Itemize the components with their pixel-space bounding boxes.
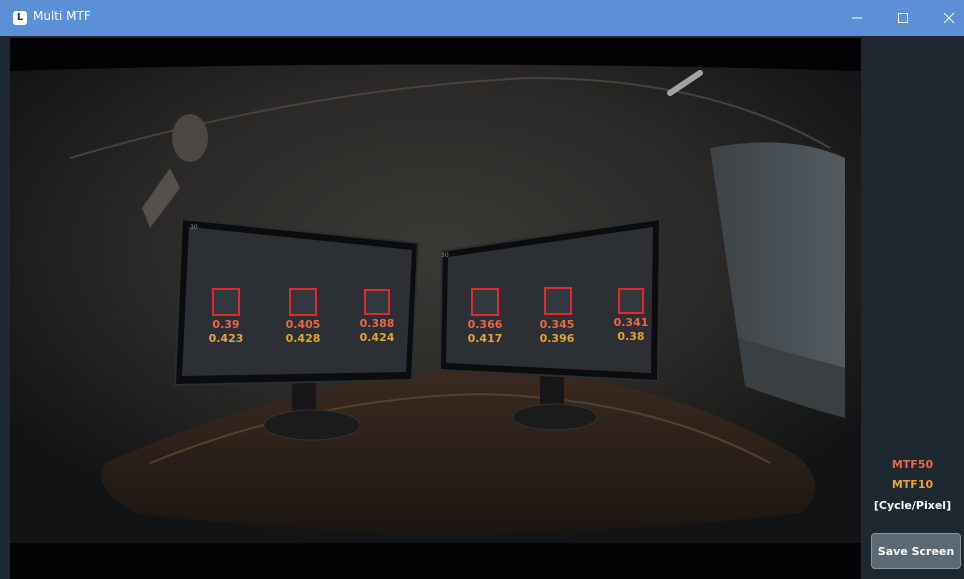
minimize-button[interactable] [834,0,880,36]
mtf10-value: 0.424 [359,331,395,344]
roi-box[interactable] [289,288,317,316]
camera-image-view[interactable]: 30 30 0.39 0.423 0.405 0.428 0.388 0.424… [10,38,861,579]
roi-box[interactable] [364,289,390,315]
mtf10-value: 0.423 [208,332,244,345]
mtf10-value: 0.396 [539,332,575,345]
window-title: Multi MTF [33,9,91,23]
roi-box[interactable] [212,288,240,316]
legend-mtf50: MTF50 [891,458,934,471]
fisheye-room-image [10,38,861,579]
title-bar[interactable]: L Multi MTF [0,0,964,36]
mtf10-value: 0.417 [467,332,503,345]
mtf50-value: 0.405 [285,318,321,331]
save-screen-button[interactable]: Save Screen [871,533,961,569]
mtf10-value: 0.428 [285,332,321,345]
close-button[interactable] [926,0,964,36]
mtf50-value: 0.341 [613,316,649,329]
maximize-icon [898,13,908,23]
close-icon [943,12,955,24]
right-panel: MTF50 MTF10 [Cycle/Pixel] Save Screen [861,38,964,579]
legend-mtf10: MTF10 [891,478,934,491]
mtf50-value: 0.39 [212,318,240,331]
mtf50-value: 0.388 [359,317,395,330]
monitor-left-corner-label: 30 [190,224,198,231]
mtf10-value: 0.38 [617,330,645,343]
mtf50-value: 0.366 [467,318,503,331]
legend-units: [Cycle/Pixel] [873,499,952,512]
roi-box[interactable] [618,288,644,314]
monitor-right-corner-label: 30 [441,252,449,259]
multi-mtf-window: L Multi MTF 30 30 0.39 0.423 0.405 0.428… [0,0,964,579]
roi-box[interactable] [544,287,572,315]
mtf50-value: 0.345 [539,318,575,331]
roi-box[interactable] [471,288,499,316]
maximize-button[interactable] [880,0,926,36]
app-logo-icon: L [13,11,27,25]
minimize-icon [852,17,862,19]
